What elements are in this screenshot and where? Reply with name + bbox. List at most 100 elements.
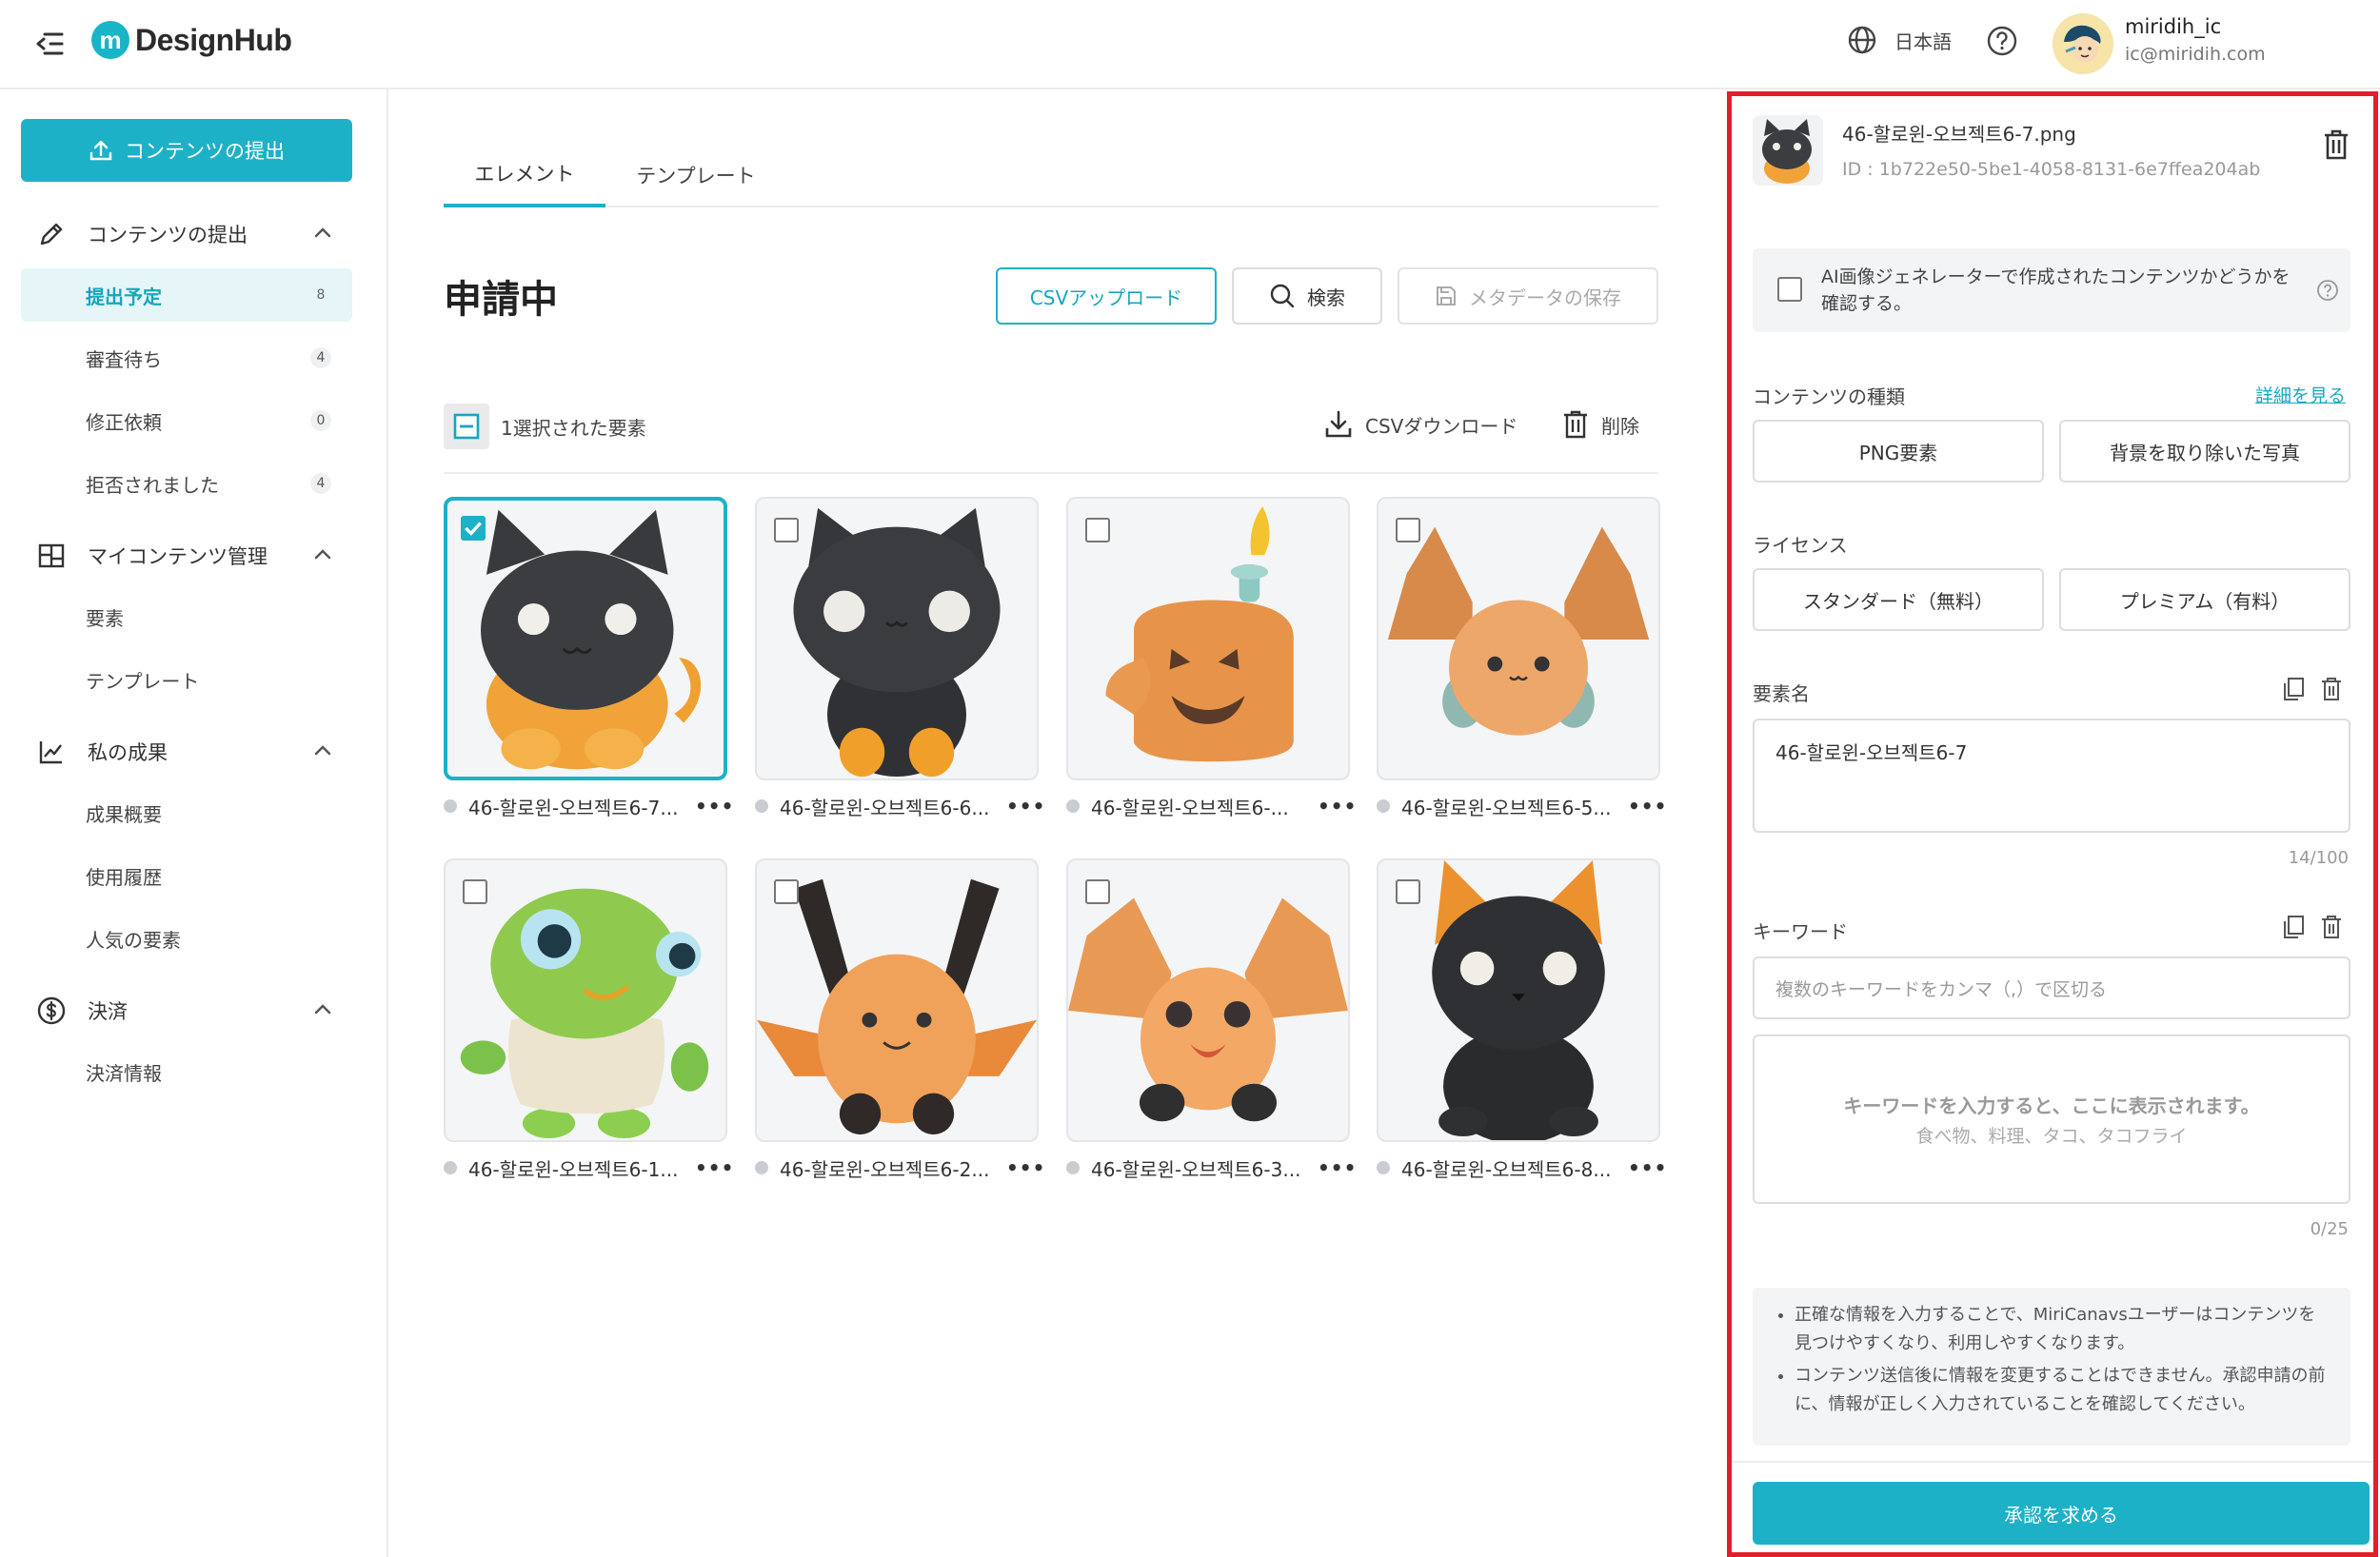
sidebar-section-submit[interactable]: コンテンツの提出 [21, 207, 352, 261]
language-selector[interactable]: 日本語 [1847, 25, 1952, 55]
trash-icon[interactable] [2320, 915, 2343, 943]
keyword-example: 食べ物、料理、タコ、タコフライ [1915, 1126, 2188, 1147]
sidebar-section-payment[interactable]: 決済 [21, 984, 352, 1037]
card-checkbox[interactable] [1396, 879, 1420, 904]
copy-icon[interactable] [2282, 677, 2305, 705]
avatar[interactable] [2053, 13, 2113, 74]
item-label: 人気の要素 [86, 928, 181, 952]
card-checkbox[interactable] [461, 516, 486, 541]
element-card[interactable] [1066, 497, 1350, 780]
help-icon[interactable] [1986, 25, 2018, 61]
item-label: テンプレート [86, 669, 200, 693]
more-options-icon[interactable]: ••• [1628, 795, 1666, 818]
save-metadata-button[interactable]: メタデータの保存 [1398, 267, 1658, 325]
sidebar-item-awaiting-review[interactable]: 審査待ち 4 [21, 331, 352, 384]
card-name: 46-할로윈-오브젝트6-3... [1091, 1157, 1301, 1181]
chevron-up-icon[interactable] [312, 740, 333, 766]
element-card[interactable] [755, 497, 1039, 780]
sidebar-item-results-overview[interactable]: 成果概要 [21, 786, 352, 839]
card-checkbox[interactable] [774, 518, 799, 542]
type-option-png[interactable]: PNG要素 [1753, 420, 2044, 483]
sidebar-item-templates[interactable]: テンプレート [21, 653, 352, 706]
element-card[interactable] [1377, 858, 1660, 1142]
trash-icon[interactable] [2320, 677, 2343, 705]
select-all-checkbox[interactable] [444, 404, 489, 449]
delete-button[interactable]: 削除 [1561, 409, 1639, 440]
chevron-up-icon[interactable] [312, 999, 333, 1025]
pumpkin-candle-image [1105, 505, 1294, 762]
more-options-icon[interactable]: ••• [695, 795, 733, 818]
sidebar-item-pending-submit[interactable]: 提出予定 8 [21, 268, 352, 322]
trash-icon[interactable] [2322, 128, 2350, 165]
item-label: 修正依頼 [86, 410, 162, 434]
sidebar-section-my-results[interactable]: 私の成果 [21, 725, 352, 778]
more-options-icon[interactable]: ••• [1628, 1156, 1666, 1179]
more-options-icon[interactable]: ••• [1006, 1156, 1044, 1179]
more-options-icon[interactable]: ••• [1318, 795, 1356, 818]
search-button[interactable]: 検索 [1232, 267, 1382, 325]
card-checkbox[interactable] [774, 879, 799, 904]
item-label: 審査待ち [86, 347, 162, 371]
element-name-label: 要素名 [1753, 682, 1810, 705]
element-card[interactable] [1377, 497, 1660, 780]
download-icon [1325, 410, 1352, 438]
more-options-icon[interactable]: ••• [1006, 795, 1044, 818]
upload-icon [89, 140, 112, 161]
card-checkbox[interactable] [1396, 518, 1420, 542]
sidebar-item-popular-elements[interactable]: 人気の要素 [21, 912, 352, 965]
request-approval-button[interactable]: 承認を求める [1753, 1482, 2370, 1545]
status-dot [1377, 799, 1390, 813]
details-link[interactable]: 詳細を見る [2255, 382, 2346, 407]
submit-content-button[interactable]: コンテンツの提出 [21, 119, 352, 182]
card-name: 46-할로윈-오브젝트6-1... [468, 1157, 679, 1181]
ai-generated-checkbox[interactable] [1777, 277, 1802, 302]
chevron-up-icon[interactable] [312, 544, 333, 570]
csv-upload-button[interactable]: CSVアップロード [996, 267, 1217, 325]
card-name: 46-할로윈-오브젝트6-8... [1401, 1157, 1612, 1181]
pencil-icon [34, 217, 69, 251]
more-options-icon[interactable]: ••• [695, 1156, 733, 1179]
type-option-bg-removed[interactable]: 背景を取り除いた写真 [2059, 420, 2350, 483]
card-caption: 46-할로윈-오브젝트6-2... ••• [755, 1153, 1044, 1182]
keyword-input[interactable]: 複数のキーワードをカンマ（,）で区切る [1753, 956, 2350, 1019]
element-card[interactable] [444, 497, 727, 780]
keyword-tools [2282, 915, 2343, 943]
detail-panel: 46-할로윈-오브젝트6-7.png ID : 1b722e50-5be1-40… [1727, 91, 2378, 1557]
card-checkbox[interactable] [1085, 879, 1110, 904]
sidebar-item-payment-info[interactable]: 決済情報 [21, 1045, 352, 1098]
logo[interactable]: m DesignHub [91, 21, 292, 59]
csv-download-button[interactable]: CSVダウンロード [1323, 409, 1517, 440]
element-name-input[interactable]: 46-할로윈-오브젝트6-7 [1753, 719, 2350, 833]
element-name-counter: 14/100 [2288, 848, 2349, 868]
globe-icon [1848, 26, 1876, 54]
collapse-menu-icon[interactable] [29, 23, 70, 65]
license-option-standard[interactable]: スタンダード（無料） [1753, 568, 2044, 631]
tab-elements[interactable]: エレメント [444, 143, 605, 207]
chevron-up-icon[interactable] [312, 223, 333, 248]
help-icon[interactable] [2316, 279, 2339, 305]
count-badge: 8 [316, 287, 326, 303]
license-option-premium[interactable]: プレミアム（有料） [2059, 568, 2350, 631]
copy-icon[interactable] [2282, 915, 2305, 943]
search-label: 検索 [1307, 286, 1345, 309]
element-name-tools [2282, 677, 2343, 705]
sidebar-item-rejected[interactable]: 拒否されました 4 [21, 457, 352, 510]
sidebar-item-elements[interactable]: 要素 [21, 590, 352, 643]
element-card[interactable] [444, 858, 727, 1142]
sidebar-section-my-content[interactable]: マイコンテンツ管理 [21, 529, 352, 582]
element-card[interactable] [755, 858, 1039, 1142]
section-label: マイコンテンツ管理 [88, 545, 268, 568]
selection-bar: 1選択された要素 CSVダウンロード 削除 [444, 400, 1658, 474]
element-card[interactable] [1066, 858, 1350, 1142]
app: m DesignHub 日本語 miridih_ic ic@miridih.co… [0, 0, 2380, 1557]
status-dot [1066, 799, 1080, 813]
item-label: 拒否されました [86, 473, 219, 497]
card-caption: 46-할로윈-오브젝트6-5... ••• [1377, 792, 1666, 820]
sidebar-item-revision-request[interactable]: 修正依頼 0 [21, 394, 352, 447]
card-checkbox[interactable] [463, 879, 487, 904]
more-options-icon[interactable]: ••• [1318, 1156, 1356, 1179]
tab-templates[interactable]: テンプレート [605, 143, 786, 207]
sidebar-item-usage-history[interactable]: 使用履歴 [21, 849, 352, 902]
card-checkbox[interactable] [1085, 518, 1110, 542]
green-alien-image [460, 888, 709, 1139]
